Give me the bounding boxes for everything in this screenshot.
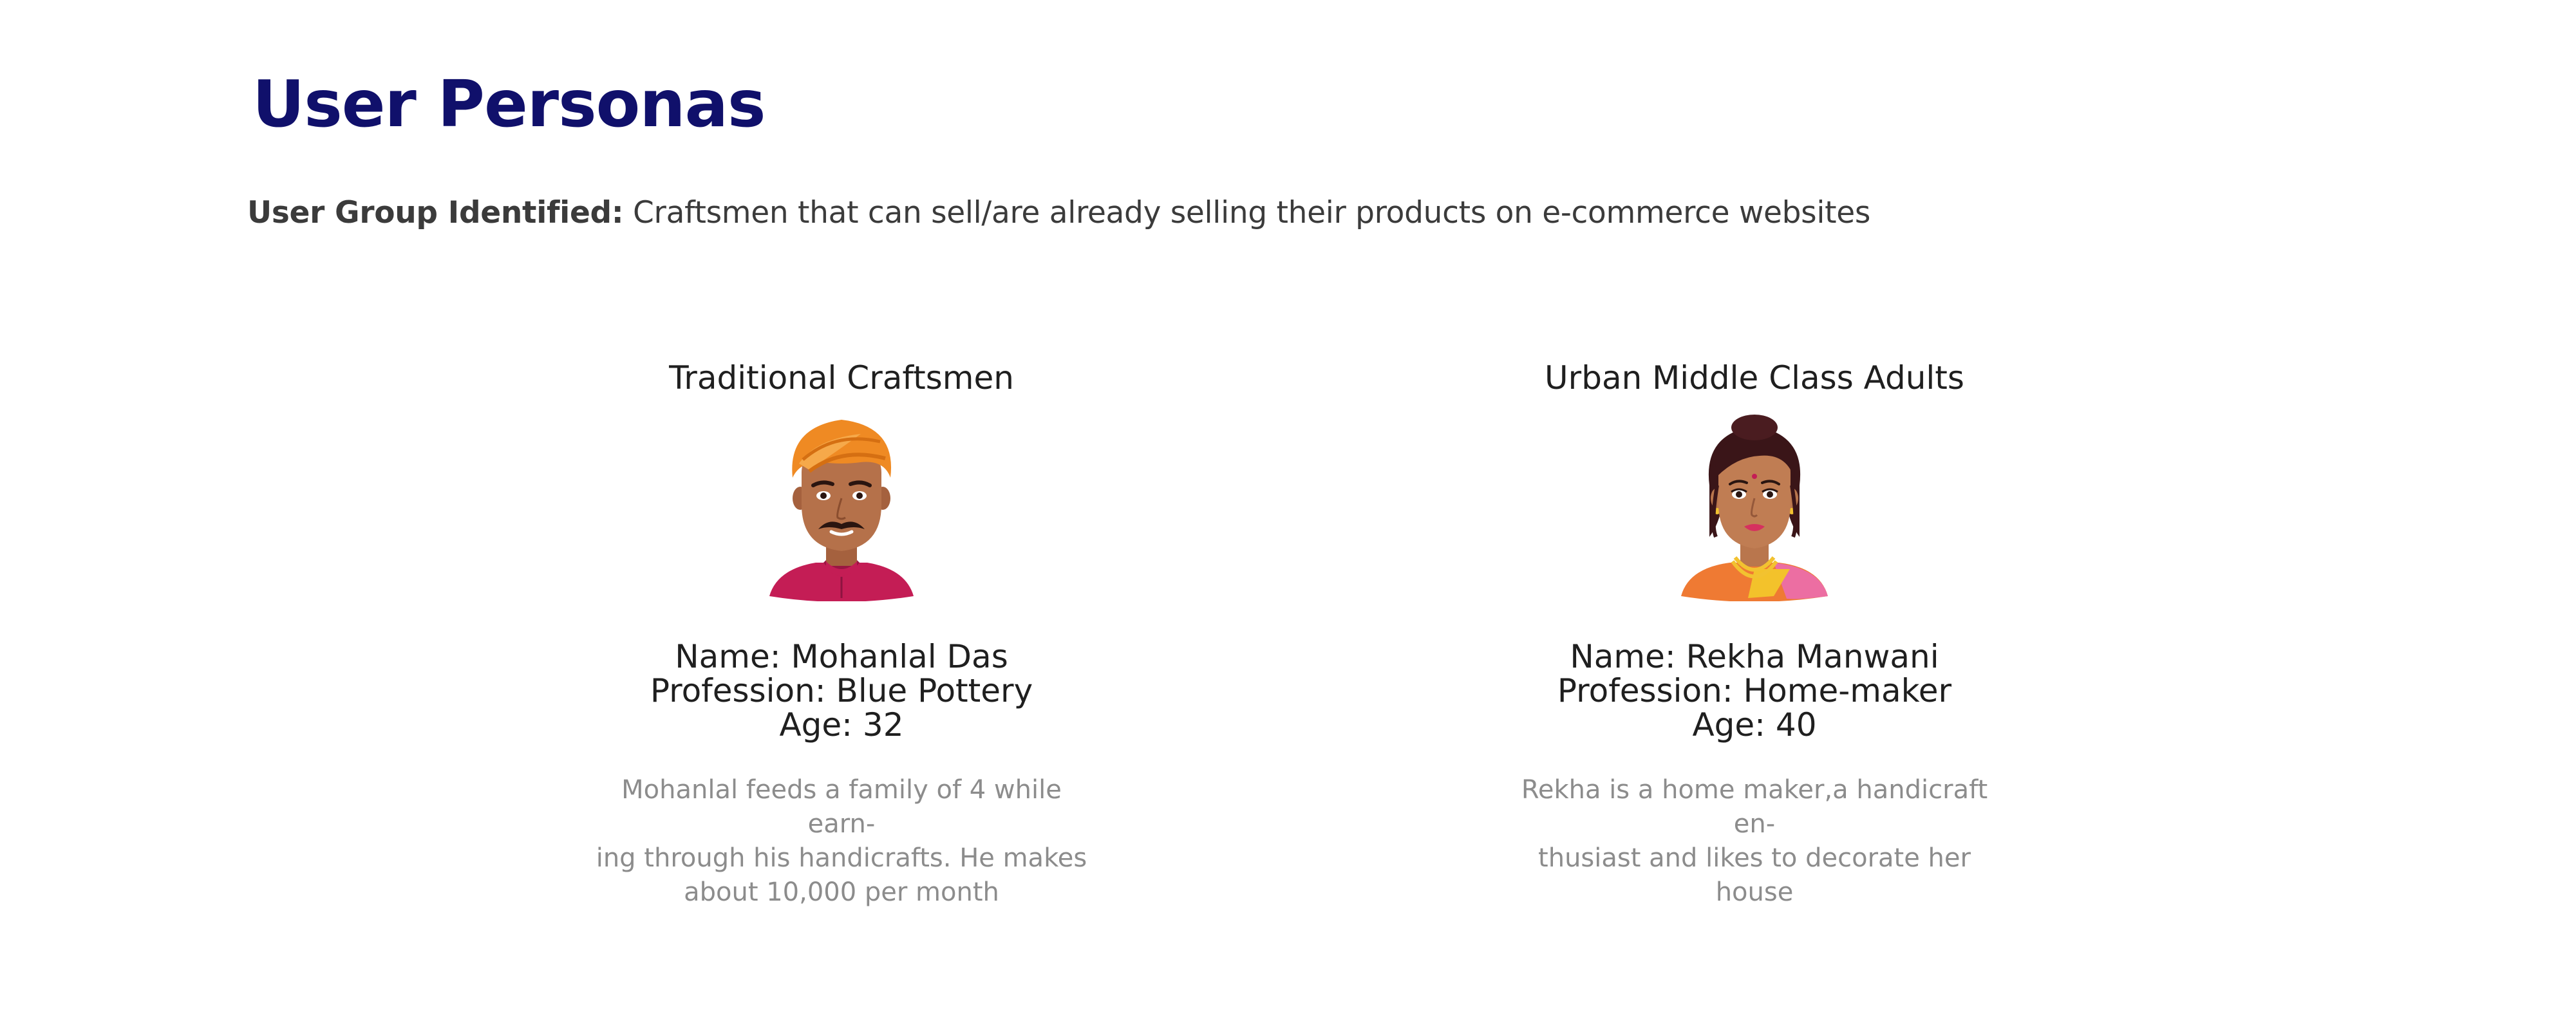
male-craftsman-turban-avatar: [764, 408, 919, 601]
user-group-text: Craftsmen that can sell/are already sell…: [623, 195, 1871, 230]
persona-profession: Profession: Home-maker: [1557, 672, 1952, 709]
page-title: User Personas: [252, 66, 766, 142]
persona-description: Rekha is a home maker,a handicraft en- t…: [1503, 773, 2006, 910]
persona-title: Traditional Craftsmen: [669, 359, 1014, 397]
persona-description-line: Rekha is a home maker,a handicraft en-: [1521, 775, 1988, 839]
persona-description-line: Mohanlal feeds a family of 4 while earn-: [621, 775, 1062, 839]
persona-profession: Profession: Blue Pottery: [650, 672, 1033, 709]
persona-card-traditional-craftsmen: Traditional Craftsmen Name: Mohanlal Das…: [487, 354, 1196, 910]
persona-description: Mohanlal feeds a family of 4 while earn-…: [590, 773, 1093, 910]
user-group-statement: User Group Identified: Craftsmen that ca…: [247, 191, 1870, 236]
persona-description-line: about 10,000 per month: [684, 877, 999, 907]
persona-age: Age: 32: [779, 706, 904, 744]
persona-name: Name: Rekha Manwani: [1570, 638, 1939, 675]
persona-details: Name: Mohanlal Das Profession: Blue Pott…: [487, 640, 1196, 742]
user-group-label: User Group Identified:: [247, 195, 624, 230]
persona-details: Name: Rekha Manwani Profession: Home-mak…: [1400, 640, 2109, 742]
persona-description-line: thusiast and likes to decorate her house: [1538, 843, 1971, 907]
persona-name: Name: Mohanlal Das: [675, 638, 1008, 675]
persona-description-line: ing through his handicrafts. He makes: [596, 843, 1087, 873]
persona-card-urban-middle-class-adults: Urban Middle Class Adults Name: Rekha Ma…: [1400, 354, 2109, 910]
persona-title: Urban Middle Class Adults: [1545, 359, 1964, 397]
persona-age: Age: 40: [1692, 706, 1817, 744]
female-homemaker-avatar: [1677, 408, 1832, 601]
